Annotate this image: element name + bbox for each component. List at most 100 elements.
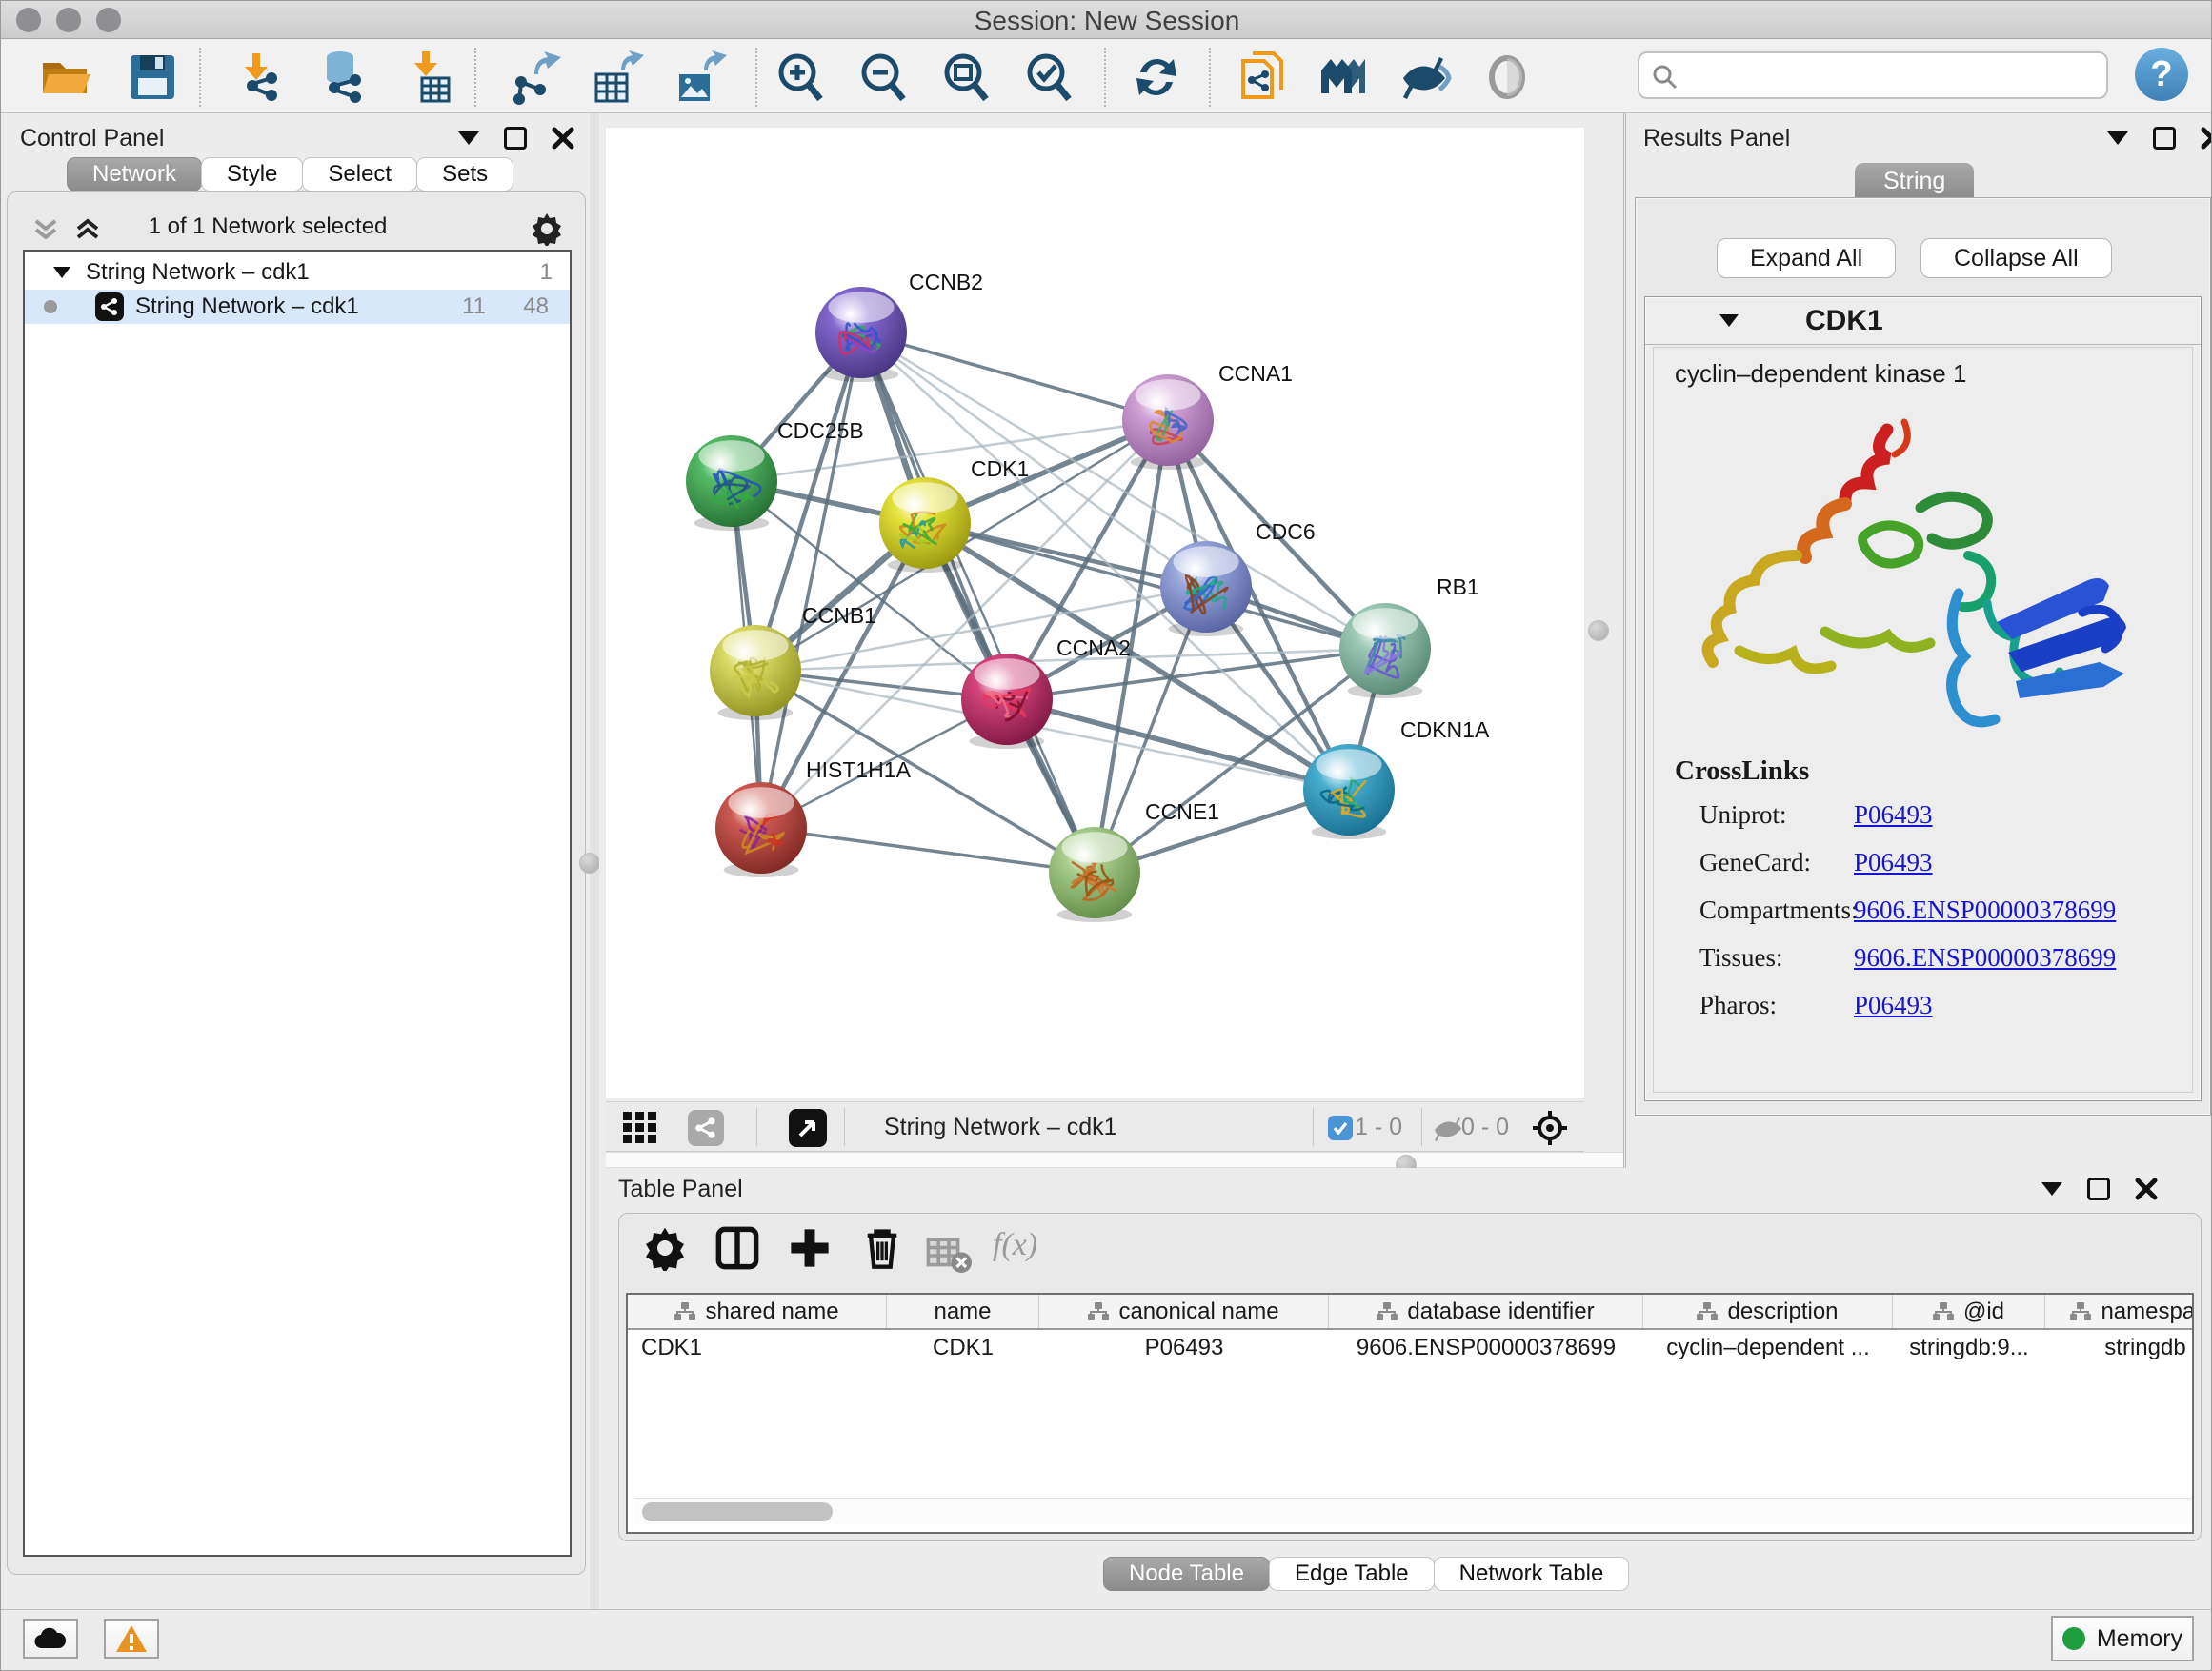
tab-style[interactable]: Style [201,157,303,191]
columns-icon[interactable] [714,1225,760,1271]
network-edge[interactable] [861,332,1095,873]
network-node-ccna1[interactable]: CCNA1 [1122,361,1293,470]
grid-view-icon[interactable] [623,1112,657,1144]
crosslink-link[interactable]: P06493 [1854,800,1933,830]
tree-expander-icon[interactable] [53,267,70,278]
export-network-icon[interactable] [506,50,561,105]
column-header-id[interactable]: @id [1893,1295,2045,1328]
float-panel-icon[interactable] [2153,127,2176,150]
collapse-all-button[interactable]: Collapse All [1920,238,2112,278]
export-image-icon[interactable] [672,50,727,105]
network-edge[interactable] [925,523,1385,649]
crosslink-link[interactable]: P06493 [1854,991,1933,1020]
selected-checkbox-icon[interactable] [1328,1116,1353,1140]
table-cell[interactable]: CDK1 [628,1330,887,1366]
cloud-button[interactable] [23,1619,78,1659]
refresh-icon[interactable] [1129,50,1184,105]
table-cell[interactable]: cyclin–dependent ... [1643,1330,1893,1366]
tab-string[interactable]: String [1855,163,1974,199]
scrollbar-thumb[interactable] [642,1502,833,1521]
string-badge-icon[interactable] [688,1110,724,1146]
table-cell[interactable]: stringdb [2045,1330,2194,1366]
close-panel-icon[interactable] [2201,127,2212,150]
network-edge[interactable] [1007,699,1349,790]
collapse-panel-icon[interactable] [2107,131,2128,145]
import-database-icon[interactable] [315,50,371,105]
column-header-namespace[interactable]: namespace [2045,1295,2194,1328]
tab-sets[interactable]: Sets [416,157,513,191]
open-session-icon[interactable] [39,50,94,105]
birdseye-icon[interactable] [789,1109,827,1147]
delete-icon[interactable] [859,1225,905,1271]
network-collection-row[interactable]: String Network – cdk1 1 [25,255,570,290]
network-edge[interactable] [761,828,1095,873]
delete-table-icon[interactable] [926,1233,972,1278]
collapse-panel-icon[interactable] [2041,1182,2062,1196]
collapse-panel-icon[interactable] [458,131,479,145]
table-horizontal-scrollbar[interactable] [634,1498,2194,1524]
tab-network-table[interactable]: Network Table [1434,1557,1630,1591]
table-cell[interactable]: 9606.ENSP00000378699 [1329,1330,1643,1366]
tab-select[interactable]: Select [302,157,417,191]
gene-header-row[interactable]: CDK1 [1645,297,2201,345]
show-eye-icon[interactable] [1479,50,1535,105]
crosslinks-section: CrossLinks Uniprot:P06493GeneCard:P06493… [1675,755,2116,1038]
memory-button[interactable]: Memory [2051,1616,2194,1661]
tab-edge-table[interactable]: Edge Table [1269,1557,1435,1591]
document-share-icon[interactable] [1236,50,1291,105]
close-panel-icon[interactable] [552,127,574,150]
column-header-database-identifier[interactable]: database identifier [1329,1295,1643,1328]
add-icon[interactable] [787,1225,833,1271]
column-header-name[interactable]: name [887,1295,1039,1328]
network-node-ccnb2[interactable]: CCNB2 [815,270,983,382]
zoom-in-icon[interactable] [773,50,828,105]
export-table-icon[interactable] [589,50,644,105]
network-node-cdc25b[interactable]: CDC25B [686,418,864,531]
network-node-ccne1[interactable]: CCNE1 [1049,799,1219,922]
function-builder-icon[interactable]: f(x) [993,1227,1069,1273]
table-cell[interactable]: stringdb:9... [1893,1330,2045,1366]
float-panel-icon[interactable] [504,127,527,150]
network-row-selected[interactable]: String Network – cdk1 11 48 [25,290,570,324]
zoom-out-icon[interactable] [855,50,911,105]
crosslink-link[interactable]: 9606.ENSP00000378699 [1854,943,2116,973]
search-network-icon[interactable] [1316,50,1371,105]
network-node-hist1h1a[interactable]: HIST1H1A [715,757,912,877]
tab-node-table[interactable]: Node Table [1103,1557,1270,1591]
table-gear-icon[interactable] [642,1225,688,1271]
import-table-icon[interactable] [401,50,456,105]
network-node-cdk1[interactable]: CDK1 [879,456,1029,573]
expand-all-button[interactable]: Expand All [1717,238,1896,278]
float-panel-icon[interactable] [2087,1178,2110,1200]
column-header-shared-name[interactable]: shared name [628,1295,887,1328]
search-input[interactable] [1638,51,2108,99]
gene-expander-icon[interactable] [1719,314,1739,327]
column-header-canonical-name[interactable]: canonical name [1039,1295,1329,1328]
hide-eye-icon[interactable] [1398,50,1453,105]
splitter-handle[interactable] [579,853,600,874]
help-button[interactable]: ? [2135,48,2188,101]
zoom-fit-icon[interactable] [938,50,994,105]
column-header-description[interactable]: description [1643,1295,1893,1328]
crosshair-icon[interactable] [1531,1109,1569,1147]
crosslink-link[interactable]: 9606.ENSP00000378699 [1854,896,2116,925]
network-canvas[interactable]: CCNB2CCNA1CDC25BCDK1CDC6RB1CCNB1CCNA2CDK… [606,128,1584,1098]
close-panel-icon[interactable] [2135,1178,2158,1200]
network-node-rb1[interactable]: RB1 [1339,574,1479,698]
warning-button[interactable] [104,1619,159,1659]
tab-network[interactable]: Network [67,157,202,191]
gear-icon[interactable] [530,211,564,246]
zoom-selected-icon[interactable] [1021,50,1076,105]
crosslink-link[interactable]: P06493 [1854,848,1933,877]
import-network-icon[interactable] [231,50,287,105]
table-row[interactable]: CDK1CDK1P064939606.ENSP00000378699cyclin… [628,1330,2192,1366]
table-cell[interactable]: CDK1 [887,1330,1039,1366]
save-session-icon[interactable] [125,50,180,105]
table-header-row: shared namenamecanonical namedatabase id… [628,1295,2192,1330]
network-collection-count: 1 [540,259,553,286]
hidden-eye-icon[interactable] [1433,1115,1461,1141]
splitter-handle[interactable] [1588,620,1609,641]
network-edge[interactable] [761,332,861,828]
table-cell[interactable]: P06493 [1039,1330,1329,1366]
network-node-cdkn1a[interactable]: CDKN1A [1303,717,1490,839]
